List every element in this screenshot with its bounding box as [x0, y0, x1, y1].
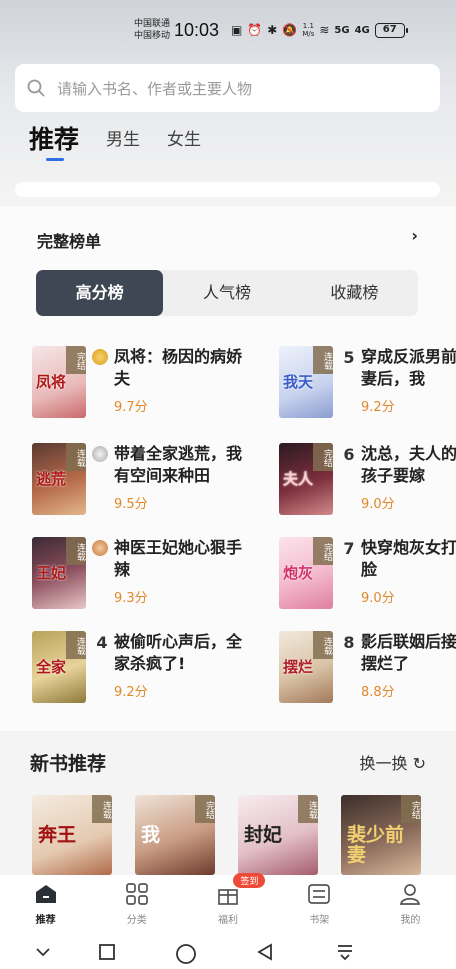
- list-item[interactable]: 完结 凤将 凤将：杨因的病娇夫 9.7分: [32, 346, 262, 426]
- nav-recommend[interactable]: 推荐: [0, 875, 91, 935]
- network-speed: 1.1 M/s: [302, 22, 315, 38]
- home-icon: [35, 885, 56, 903]
- tab-male[interactable]: 男生: [106, 125, 140, 155]
- book-cover: 完结 夫人: [279, 443, 333, 515]
- wifi-icon: ≋: [319, 23, 330, 37]
- book-cover: 连载 逃荒: [32, 443, 86, 515]
- gold-medal-icon: [92, 349, 108, 365]
- signal-5g: 5G: [334, 24, 350, 36]
- search-placeholder: 请输入书名、作者或主要人物: [57, 79, 253, 98]
- rank-number: 5: [343, 348, 355, 367]
- new-book-cover[interactable]: 完结 裴少前妻: [341, 795, 421, 875]
- rank-number: 8: [343, 633, 355, 652]
- list-item[interactable]: 连载 摆烂 8 影后联姻后接摆烂了 8.8分: [279, 631, 456, 711]
- nfc-icon: ▣: [231, 23, 243, 37]
- book-title: 影后联姻后接摆烂了: [361, 632, 456, 673]
- grid-icon: [125, 883, 148, 905]
- book-title: 被偷听心声后，全家杀疯了!: [114, 632, 243, 673]
- ranking-title[interactable]: 完整榜单: [37, 228, 101, 252]
- new-book-cover[interactable]: 连载 奔王: [32, 795, 112, 875]
- book-cover: 完结 炮灰: [279, 537, 333, 609]
- battery-indicator: 67: [374, 22, 408, 38]
- book-cover: 连载 我天: [279, 346, 333, 418]
- ranking-card: 完整榜单 › 高分榜 人气榜 收藏榜 完结 凤将 凤将：杨因的病娇夫 9.7分 …: [0, 206, 456, 731]
- nav-mine[interactable]: 我的: [365, 875, 456, 935]
- book-cover: 连载 全家: [32, 631, 86, 703]
- signal-4g: 4G: [354, 24, 370, 36]
- bluetooth-icon: ✱: [267, 23, 278, 37]
- home-circle-icon[interactable]: [175, 943, 197, 965]
- bronze-medal-icon: [92, 540, 108, 556]
- book-score: 9.0分: [361, 591, 395, 606]
- book-cover: 连载 摆烂: [279, 631, 333, 703]
- seg-popular[interactable]: 人气榜: [163, 270, 290, 316]
- bottom-nav: 推荐 分类 签到 福利 书架 我的: [0, 873, 456, 935]
- list-item[interactable]: 连载 我天 5 穿成反派男前妻后，我 9.2分: [279, 346, 456, 426]
- refresh-button[interactable]: 换一换 ↻: [359, 750, 426, 774]
- book-cover: 完结 凤将: [32, 346, 86, 418]
- book-score: 9.5分: [114, 497, 148, 512]
- book-title: 凤将：杨因的病娇夫: [114, 347, 243, 388]
- nav-welfare[interactable]: 签到 福利: [182, 873, 273, 935]
- carrier-info: 中国联通 中国移动: [134, 18, 170, 42]
- bookshelf-icon: [308, 884, 331, 904]
- carrier-2: 中国移动: [134, 31, 171, 41]
- search-icon: [27, 79, 45, 97]
- book-score: 8.8分: [361, 685, 395, 700]
- list-item[interactable]: 连载 逃荒 带着全家逃荒，我有空间来种田 9.5分: [32, 443, 262, 523]
- recents-icon[interactable]: [98, 943, 116, 961]
- list-item[interactable]: 完结 夫人 6 沈总，夫人的孩子要嫁 9.0分: [279, 443, 456, 523]
- book-title: 快穿炮灰女打脸: [361, 538, 456, 579]
- book-score: 9.3分: [114, 591, 148, 606]
- seg-favorites[interactable]: 收藏榜: [291, 270, 418, 316]
- banner-strip[interactable]: [15, 182, 440, 197]
- list-item[interactable]: 连载 全家 4 被偷听心声后，全家杀疯了! 9.2分: [32, 631, 262, 711]
- book-title: 带着全家逃荒，我有空间来种田: [114, 444, 243, 485]
- book-cover: 连载 王妃: [32, 537, 86, 609]
- new-books-title: 新书推荐: [30, 753, 107, 775]
- status-bar: 中国联通 中国移动 10:03 ▣ ⏰ ✱ 🔕 1.1 M/s ≋ 5G 4G 6…: [0, 0, 456, 60]
- menu-down-icon[interactable]: [336, 943, 354, 961]
- book-title: 穿成反派男前妻后，我: [361, 347, 456, 388]
- refresh-label: 换一换: [359, 754, 408, 773]
- back-icon[interactable]: [256, 943, 274, 961]
- list-item[interactable]: 完结 炮灰 7 快穿炮灰女打脸 9.0分: [279, 537, 456, 617]
- rank-number: 6: [343, 445, 355, 464]
- tab-recommend[interactable]: 推荐: [29, 125, 79, 161]
- status-icons: ▣ ⏰ ✱ 🔕 1.1 M/s ≋ 5G 4G 67: [231, 22, 408, 38]
- book-score: 9.2分: [361, 400, 395, 415]
- mute-icon: 🔕: [282, 23, 298, 37]
- system-nav-bar: [0, 935, 456, 969]
- alarm-icon: ⏰: [247, 23, 263, 37]
- rank-number: 7: [343, 539, 355, 558]
- rank-number: 4: [96, 633, 108, 652]
- channel-tabs: 推荐 男生 女生: [29, 125, 228, 161]
- ranking-segment: 高分榜 人气榜 收藏榜: [36, 270, 418, 316]
- tab-female[interactable]: 女生: [167, 125, 201, 155]
- new-book-cover[interactable]: 完结 我: [135, 795, 215, 875]
- user-icon: [400, 884, 421, 905]
- checkin-badge: 签到: [233, 873, 266, 888]
- clock: 10:03: [174, 20, 220, 40]
- chevron-right-icon[interactable]: ›: [411, 226, 418, 245]
- seg-high-score[interactable]: 高分榜: [36, 270, 164, 316]
- nav-bookshelf[interactable]: 书架: [274, 875, 365, 935]
- book-title: 神医王妃她心狠手辣: [114, 538, 243, 579]
- silver-medal-icon: [92, 446, 108, 462]
- book-title: 沈总，夫人的孩子要嫁: [361, 444, 456, 485]
- chevron-down-icon[interactable]: [34, 943, 52, 961]
- list-item[interactable]: 连载 王妃 神医王妃她心狠手辣 9.3分: [32, 537, 262, 617]
- nav-category[interactable]: 分类: [91, 875, 182, 935]
- new-book-cover[interactable]: 连载 封妃: [238, 795, 318, 875]
- carrier-1: 中国联通: [134, 19, 171, 29]
- search-input[interactable]: 请输入书名、作者或主要人物: [15, 64, 440, 112]
- book-score: 9.0分: [361, 497, 395, 512]
- book-score: 9.2分: [114, 685, 148, 700]
- book-score: 9.7分: [114, 400, 148, 415]
- refresh-icon: ↻: [412, 754, 426, 773]
